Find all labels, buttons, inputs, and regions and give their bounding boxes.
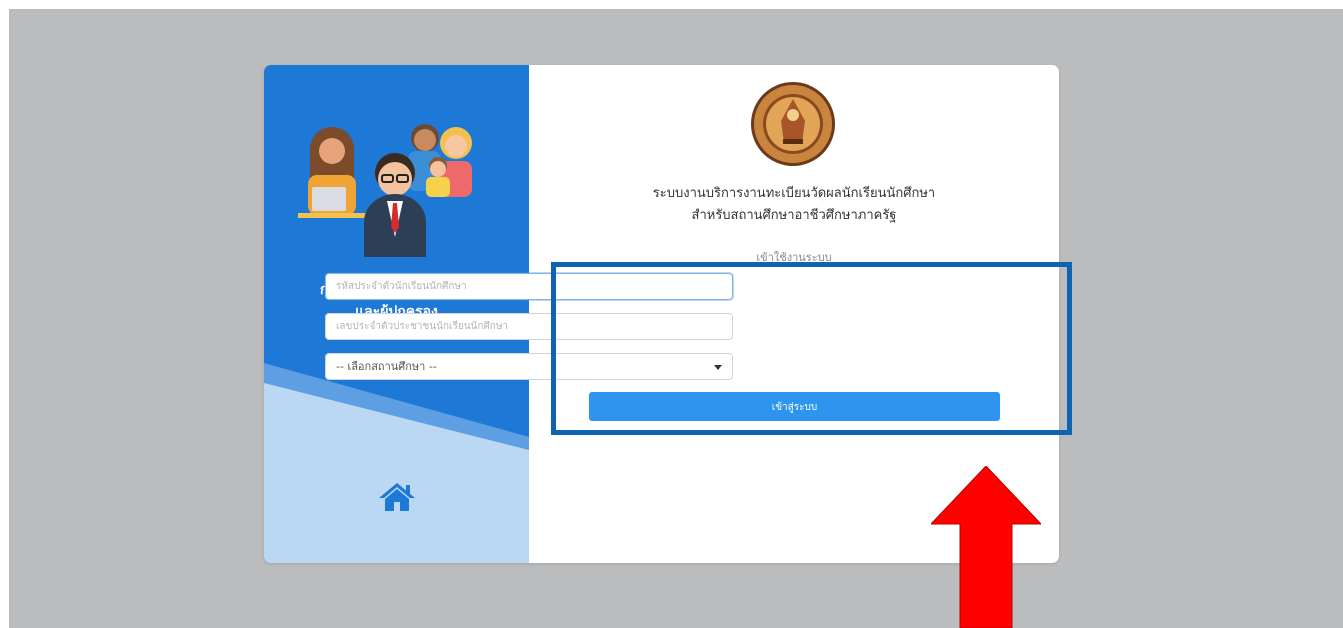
school-select-value: -- เลือกสถานศึกษา -- <box>336 360 437 373</box>
system-title-line1: ระบบงานบริการงานทะเบียนวัดผลนักเรียนนักศ… <box>652 186 936 201</box>
family-illustration <box>298 124 472 257</box>
home-icon[interactable] <box>376 480 418 514</box>
vocational-education-commission-emblem <box>751 82 835 166</box>
red-arrow-up-icon <box>931 466 1041 628</box>
system-title-line2: สำหรับสถานศึกษาอาชีวศึกษาภาครัฐ <box>691 208 897 223</box>
system-title: ระบบงานบริการงานทะเบียนวัดผลนักเรียนนักศ… <box>529 183 1059 227</box>
highlight-box <box>551 262 1072 435</box>
